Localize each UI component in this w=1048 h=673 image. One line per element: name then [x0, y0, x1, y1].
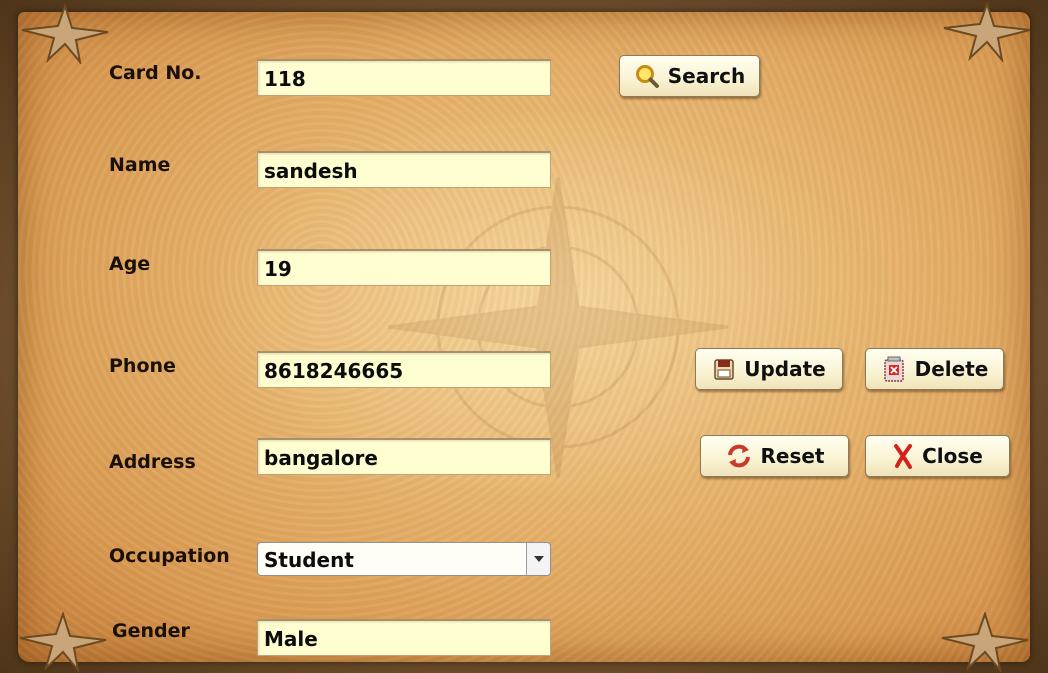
star-ornament-icon: [19, 612, 107, 672]
star-ornament-icon: [21, 4, 109, 64]
search-button[interactable]: Search: [619, 55, 760, 97]
star-ornament-icon: [943, 2, 1031, 62]
delete-button[interactable]: Delete: [865, 348, 1004, 390]
delete-button-label: Delete: [914, 357, 989, 381]
refresh-icon: [727, 444, 750, 468]
update-button-label: Update: [744, 357, 826, 381]
name-label: Name: [109, 154, 171, 176]
occupation-selected-value: Student: [264, 548, 354, 572]
age-label: Age: [109, 253, 151, 275]
reset-button-label: Reset: [760, 444, 825, 468]
gender-field[interactable]: Male: [257, 619, 551, 656]
address-label: Address: [109, 451, 196, 473]
update-button[interactable]: Update: [695, 348, 843, 390]
magnifier-icon: [635, 65, 659, 88]
phone-field[interactable]: 8618246665: [257, 351, 551, 388]
close-x-icon: [894, 444, 913, 469]
star-ornament-icon: [941, 612, 1029, 672]
search-button-label: Search: [667, 64, 746, 88]
age-field[interactable]: 19: [257, 249, 551, 286]
delete-icon: [883, 356, 904, 382]
chevron-down-icon[interactable]: [526, 543, 550, 575]
name-field[interactable]: sandesh: [257, 151, 551, 188]
save-icon: [714, 359, 734, 380]
phone-label: Phone: [109, 355, 176, 377]
reset-button[interactable]: Reset: [700, 435, 849, 477]
card-no-field[interactable]: 118: [257, 59, 551, 96]
occupation-label: Occupation: [109, 545, 230, 567]
card-no-label: Card No.: [109, 62, 202, 84]
gender-label: Gender: [112, 620, 190, 642]
address-field[interactable]: bangalore: [257, 438, 551, 475]
close-button-label: Close: [922, 444, 983, 468]
close-button[interactable]: Close: [865, 435, 1010, 477]
occupation-select[interactable]: Student: [257, 542, 551, 576]
